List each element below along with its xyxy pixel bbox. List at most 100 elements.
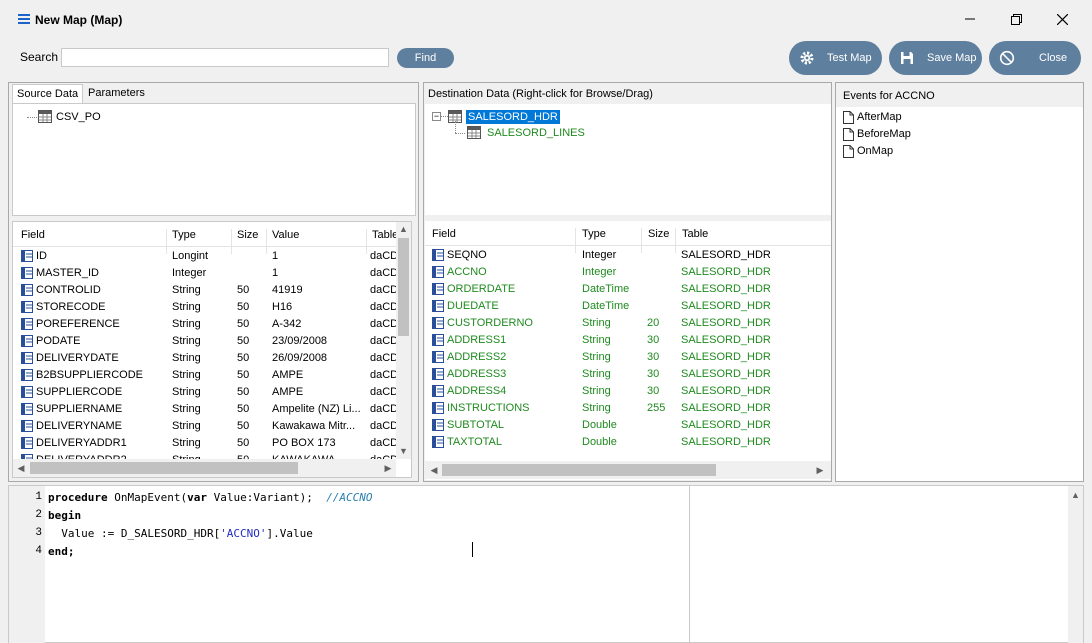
editor-vscrollbar[interactable]: [1068, 486, 1083, 643]
field-icon: [432, 317, 444, 329]
cell-field: DELIVERYADDR1: [36, 437, 127, 449]
cell-table: daCD: [370, 318, 396, 330]
cell-type: Integer: [582, 266, 617, 278]
find-button[interactable]: Find: [397, 48, 454, 68]
collapse-icon[interactable]: −: [432, 112, 441, 121]
table-row[interactable]: ORDERDATE DateTime SALESORD_HDR: [425, 281, 831, 298]
cell-size: 50: [237, 437, 250, 449]
code-line-2: begin: [48, 509, 82, 522]
table-row[interactable]: B2BSUPPLIERCODE String 50 AMPE daCD: [13, 367, 396, 384]
app-menu-icon[interactable]: [18, 14, 30, 24]
field-icon: [432, 300, 444, 312]
scroll-right-icon[interactable]: ▶: [813, 461, 827, 479]
col-size[interactable]: Size: [648, 228, 669, 240]
table-row[interactable]: POREFERENCE String 50 A-342 daCD: [13, 316, 396, 333]
document-icon: [843, 145, 854, 161]
cell-field: DELIVERYNAME: [36, 420, 122, 432]
cell-type: String: [172, 420, 201, 432]
search-input[interactable]: [61, 48, 389, 67]
col-table[interactable]: Table: [372, 229, 398, 241]
table-row[interactable]: ADDRESS2 String 30 SALESORD_HDR: [425, 349, 831, 366]
tree-item-salesord-hdr[interactable]: SALESORD_HDR: [466, 110, 560, 124]
save-map-button[interactable]: Save Map: [889, 41, 982, 75]
code-keyword: procedure: [48, 491, 108, 504]
source-hscroll-thumb[interactable]: [30, 462, 298, 474]
cell-size: 30: [647, 334, 660, 346]
col-size[interactable]: Size: [237, 229, 258, 241]
scroll-up-icon[interactable]: ▲: [396, 222, 411, 236]
col-table[interactable]: Table: [682, 228, 708, 240]
cell-table: SALESORD_HDR: [681, 300, 771, 312]
table-row[interactable]: MASTER_ID Integer 1 daCD: [13, 265, 396, 282]
minimize-icon[interactable]: [955, 8, 985, 30]
table-row[interactable]: SUPPLIERCODE String 50 AMPE daCD: [13, 384, 396, 401]
scroll-left-icon[interactable]: ◀: [427, 461, 441, 479]
table-row[interactable]: ADDRESS1 String 30 SALESORD_HDR: [425, 332, 831, 349]
table-row[interactable]: ID Longint 1 daCD: [13, 248, 396, 265]
table-row[interactable]: ADDRESS3 String 30 SALESORD_HDR: [425, 366, 831, 383]
cell-table: SALESORD_HDR: [681, 419, 771, 431]
close-icon[interactable]: [1047, 8, 1077, 30]
cell-table: SALESORD_HDR: [681, 283, 771, 295]
code-keyword: var: [187, 491, 207, 504]
scroll-right-icon[interactable]: ▶: [381, 459, 395, 477]
scroll-down-icon[interactable]: ▼: [396, 444, 411, 458]
cell-table: SALESORD_HDR: [681, 385, 771, 397]
field-icon: [21, 267, 33, 279]
code-editor[interactable]: [8, 485, 1084, 643]
table-row[interactable]: DELIVERYADDR1 String 50 PO BOX 173 daCD: [13, 435, 396, 452]
col-value[interactable]: Value: [272, 229, 299, 241]
table-row[interactable]: DELIVERYNAME String 50 Kawakawa Mitr... daCD: [13, 418, 396, 435]
destination-grid: Field Type Size Table SEQNO Integer SALESO…: [425, 221, 831, 480]
table-row[interactable]: ADDRESS4 String 30 SALESORD_HDR: [425, 383, 831, 400]
table-row[interactable]: TAXTOTAL Double SALESORD_HDR: [425, 434, 831, 451]
destination-hscroll-thumb[interactable]: [442, 464, 716, 476]
test-map-label: Test Map: [827, 52, 872, 64]
tab-parameters[interactable]: Parameters: [84, 84, 149, 104]
table-row[interactable]: SUPPLIERNAME String 50 Ampelite (NZ) Li... d…: [13, 401, 396, 418]
cell-field: STORECODE: [36, 301, 106, 313]
col-type[interactable]: Type: [582, 228, 606, 240]
source-vscroll-thumb[interactable]: [398, 238, 409, 336]
test-map-button[interactable]: Test Map: [789, 41, 882, 75]
events-header: Events for ACCNO: [843, 90, 935, 102]
tree-item-salesord-lines[interactable]: SALESORD_LINES: [487, 127, 585, 139]
cell-table: daCD: [370, 403, 396, 415]
table-row[interactable]: INSTRUCTIONS String 255 SALESORD_HDR: [425, 400, 831, 417]
code-string: 'ACCNO': [220, 527, 267, 540]
document-icon: [843, 128, 854, 144]
field-icon: [432, 436, 444, 448]
cell-table: daCD: [370, 369, 396, 381]
table-row[interactable]: DELIVERYDATE String 50 26/09/2008 daCD: [13, 350, 396, 367]
table-row[interactable]: SEQNO Integer SALESORD_HDR: [425, 247, 831, 264]
col-type[interactable]: Type: [172, 229, 196, 241]
cell-table: SALESORD_HDR: [681, 334, 771, 346]
destination-header: Destination Data (Right-click for Browse…: [428, 88, 653, 100]
col-field[interactable]: Field: [21, 229, 45, 241]
cell-type: Longint: [172, 250, 209, 262]
cell-value: 1: [272, 250, 279, 262]
close-button[interactable]: Close: [989, 41, 1081, 75]
scroll-left-icon[interactable]: ◀: [14, 459, 28, 477]
table-row[interactable]: STORECODE String 50 H16 daCD: [13, 299, 396, 316]
scroll-up-icon[interactable]: ▲: [1068, 488, 1083, 502]
table-row[interactable]: CUSTORDERNO String 20 SALESORD_HDR: [425, 315, 831, 332]
cell-table: daCD: [370, 437, 396, 449]
cell-field: SUPPLIERCODE: [36, 386, 123, 398]
table-row[interactable]: DUEDATE DateTime SALESORD_HDR: [425, 298, 831, 315]
cell-value: Kawakawa Mitr...: [272, 420, 356, 432]
table-row[interactable]: PODATE String 50 23/09/2008 daCD: [13, 333, 396, 350]
cell-field: ADDRESS2: [447, 351, 507, 363]
restore-icon[interactable]: [1001, 8, 1031, 30]
tab-source-data[interactable]: Source Data: [12, 84, 84, 104]
line-number: 1: [35, 491, 42, 503]
table-row[interactable]: ACCNO Integer SALESORD_HDR: [425, 264, 831, 281]
table-row[interactable]: SUBTOTAL Double SALESORD_HDR: [425, 417, 831, 434]
cell-size: 50: [237, 386, 250, 398]
cell-value: AMPE: [272, 369, 304, 381]
code-text: Value := D_SALESORD_HDR[: [48, 527, 221, 540]
table-icon: [467, 126, 481, 139]
col-field[interactable]: Field: [432, 228, 456, 240]
tree-item-csv-po[interactable]: CSV_PO: [56, 111, 101, 123]
table-row[interactable]: CONTROLID String 50 41919 daCD: [13, 282, 396, 299]
